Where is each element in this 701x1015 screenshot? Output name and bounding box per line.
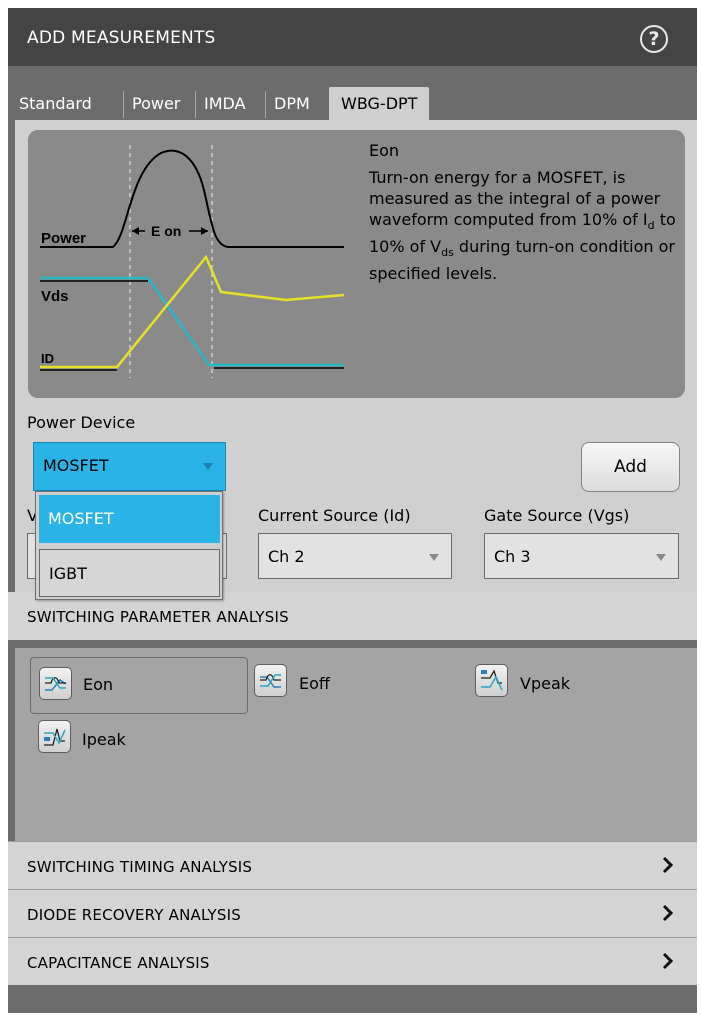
tab-power[interactable]: Power bbox=[132, 89, 180, 119]
tab-content: E on Power Vds ID Eon Turn-on energy for… bbox=[15, 120, 697, 600]
gate-source-value: Ch 3 bbox=[494, 547, 531, 566]
power-trace-label: Power bbox=[41, 230, 86, 247]
section-title: DIODE RECOVERY ANALYSIS bbox=[27, 906, 241, 924]
measurement-eon[interactable]: Eon bbox=[30, 657, 248, 714]
measurement-label: Ipeak bbox=[82, 730, 126, 749]
section-title: SWITCHING TIMING ANALYSIS bbox=[27, 858, 253, 876]
current-source-select[interactable]: Ch 2 bbox=[258, 533, 452, 579]
measurement-vpeak[interactable]: Vpeak bbox=[472, 657, 672, 712]
eon-waveform-icon bbox=[39, 667, 72, 700]
tab-imda[interactable]: IMDA bbox=[204, 89, 246, 119]
section-diode-recovery-analysis[interactable]: DIODE RECOVERY ANALYSIS bbox=[8, 889, 697, 937]
vpeak-waveform-icon bbox=[475, 664, 508, 697]
question-circle-icon[interactable]: ? bbox=[640, 25, 668, 53]
measurement-eoff[interactable]: Eoff bbox=[251, 657, 451, 712]
dropdown-option-igbt[interactable]: IGBT bbox=[39, 549, 220, 597]
eoff-waveform-icon bbox=[254, 664, 287, 697]
id-trace-label: ID bbox=[41, 351, 54, 366]
measurement-ipeak[interactable]: Ipeak bbox=[30, 715, 230, 770]
add-measurements-panel: ADD MEASUREMENTS ? Standard Power IMDA D… bbox=[8, 8, 697, 1013]
tab-standard[interactable]: Standard bbox=[19, 89, 92, 119]
tab-divider bbox=[265, 91, 266, 118]
power-device-dropdown: MOSFET IGBT bbox=[35, 491, 223, 600]
section-title: CAPACITANCE ANALYSIS bbox=[27, 954, 210, 972]
measurement-description: Turn-on energy for a MOSFET, is measured… bbox=[369, 167, 681, 284]
chevron-right-icon bbox=[662, 952, 674, 970]
chevron-down-icon bbox=[429, 554, 439, 561]
section-capacitance-analysis[interactable]: CAPACITANCE ANALYSIS bbox=[8, 937, 697, 985]
chevron-right-icon bbox=[662, 856, 674, 874]
desc-text: Turn-on energy for a MOSFET, is measured… bbox=[369, 168, 661, 229]
switching-parameter-list: Eon Eoff Vpeak Ipeak bbox=[15, 648, 697, 841]
section-title: SWITCHING PARAMETER ANALYSIS bbox=[27, 608, 289, 626]
power-device-select[interactable]: MOSFET bbox=[33, 442, 226, 491]
current-source-value: Ch 2 bbox=[268, 547, 305, 566]
eon-waveform-diagram: E on Power Vds ID bbox=[40, 145, 345, 378]
chevron-down-icon bbox=[656, 554, 666, 561]
measurement-info-card: E on Power Vds ID Eon Turn-on energy for… bbox=[28, 130, 685, 398]
chevron-right-icon bbox=[662, 904, 674, 922]
eon-span-label: E on bbox=[151, 223, 181, 239]
measurement-title: Eon bbox=[369, 141, 400, 160]
tab-bar: Standard Power IMDA DPM WBG-DPT bbox=[8, 66, 697, 126]
gate-source-label: Gate Source (Vgs) bbox=[484, 506, 630, 525]
dropdown-option-mosfet[interactable]: MOSFET bbox=[39, 495, 220, 543]
measurement-label: Eoff bbox=[299, 674, 330, 693]
tab-wbg-dpt[interactable]: WBG-DPT bbox=[329, 87, 430, 121]
ipeak-waveform-icon bbox=[38, 720, 71, 753]
panel-header: ADD MEASUREMENTS ? bbox=[8, 8, 697, 66]
power-device-value: MOSFET bbox=[43, 456, 109, 475]
desc-subscript-d: d bbox=[647, 219, 655, 233]
section-switching-timing-analysis[interactable]: SWITCHING TIMING ANALYSIS bbox=[8, 841, 697, 889]
power-device-label: Power Device bbox=[27, 413, 136, 432]
tab-dpm[interactable]: DPM bbox=[274, 89, 310, 119]
gate-source-select[interactable]: Ch 3 bbox=[484, 533, 679, 579]
tab-divider bbox=[123, 91, 124, 118]
add-button[interactable]: Add bbox=[581, 442, 680, 492]
panel-title: ADD MEASUREMENTS bbox=[27, 28, 216, 48]
current-source-label: Current Source (Id) bbox=[258, 506, 411, 525]
tab-divider bbox=[195, 91, 196, 118]
vds-trace-label: Vds bbox=[41, 288, 69, 305]
measurement-label: Eon bbox=[83, 675, 114, 694]
chevron-down-icon bbox=[203, 463, 213, 470]
measurement-label: Vpeak bbox=[520, 674, 571, 693]
desc-subscript-ds: ds bbox=[441, 246, 454, 260]
